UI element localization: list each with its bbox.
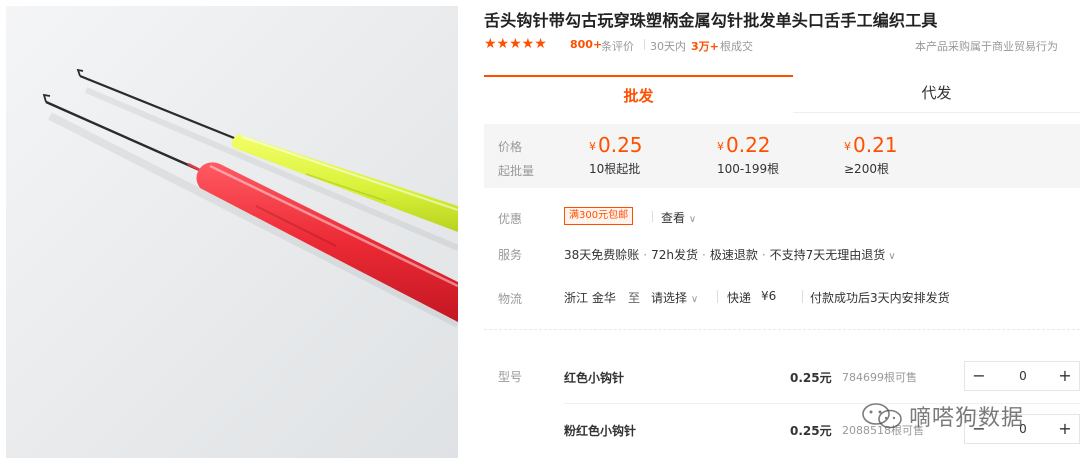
price-tier: ¥0.25 10根起批	[589, 133, 709, 177]
chat-bubble-logo-icon	[862, 403, 902, 429]
rating-label[interactable]: 条评价	[601, 38, 634, 54]
watermark-text: 嘀嗒狗数据	[909, 406, 1025, 431]
divider	[717, 290, 718, 303]
star-icon: ★★★★★	[484, 36, 547, 52]
product-title: 舌头钩针带勾古玩穿珠塑柄金属勾针批发单头口舌手工编织工具	[484, 11, 938, 30]
service-item: 38天免费赊账	[564, 248, 640, 262]
service-item: 72h发货	[651, 248, 698, 262]
chevron-down-icon: ∨	[690, 294, 699, 305]
trade-note: 本产品采购属于商业贸易行为	[915, 40, 1058, 53]
quantity-input[interactable]	[993, 362, 1053, 390]
services-label: 服务	[498, 248, 523, 262]
sku-stock: 784699根可售	[842, 371, 917, 384]
tier-price: ¥0.21	[844, 133, 898, 157]
divider	[652, 211, 653, 222]
services-list[interactable]: 38天免费赊账 · 72h发货 · 极速退款 · 不支持7天无理由退货 ∨	[564, 246, 896, 263]
price-tier: ¥0.21 ≥200根	[844, 133, 964, 177]
ship-origin: 浙江 金华	[564, 291, 616, 305]
purchase-mode-tabs: 批发 代发	[484, 75, 1080, 113]
price-label: 价格	[498, 140, 523, 154]
view-more-link[interactable]: 查看 ∨	[661, 209, 696, 226]
increase-button[interactable]: +	[1051, 415, 1079, 443]
promo-tag[interactable]: 满300元包邮	[564, 207, 634, 225]
tab-dropship[interactable]: 代发	[793, 75, 1080, 113]
sku-name: 粉红色小钩针	[564, 424, 637, 438]
chevron-down-icon: ∨	[688, 214, 697, 225]
ship-fee: ¥6	[761, 289, 777, 303]
ship-note: 付款成功后3天内安排发货	[810, 291, 950, 305]
quantity-stepper: − +	[964, 361, 1080, 391]
sold-count: 3万+	[691, 40, 719, 53]
sku-row: 红色小钩针 0.25元 784699根可售 − +	[564, 361, 1080, 401]
increase-button[interactable]: +	[1051, 362, 1079, 390]
tier-moq: 100-199根	[717, 162, 780, 176]
product-detail-panel: 舌头钩针带勾古玩穿珠塑柄金属勾针批发单头口舌手工编织工具 ★★★★★ 800+ …	[484, 0, 1080, 464]
divider	[802, 290, 803, 303]
sku-name: 红色小钩针	[564, 371, 625, 385]
moq-label: 起批量	[498, 164, 535, 178]
sku-price: 0.25元	[790, 424, 832, 438]
section-divider	[484, 329, 1080, 330]
rating-row: ★★★★★ 800+ 条评价 30天内 3万+ 根成交 本产品采购属于商业贸易行…	[484, 36, 1080, 54]
tier-moq: ≥200根	[844, 162, 889, 176]
sku-label: 型号	[498, 370, 523, 384]
destination-select[interactable]: 请选择 ∨	[651, 289, 698, 306]
promotion-label: 优惠	[498, 212, 523, 226]
price-tier: ¥0.22 100-199根	[717, 133, 837, 177]
tier-price: ¥0.25	[589, 133, 643, 157]
divider	[644, 39, 645, 50]
tab-wholesale[interactable]: 批发	[484, 75, 793, 113]
product-image[interactable]	[6, 6, 458, 458]
sku-price: 0.25元	[790, 371, 832, 385]
ship-method: 快递	[727, 291, 752, 305]
service-item: 不支持7天无理由退货	[769, 248, 886, 262]
service-item: 极速退款	[709, 248, 758, 262]
logistics-label: 物流	[498, 292, 523, 306]
rating-count[interactable]: 800+	[570, 38, 602, 51]
tier-moq: 10根起批	[589, 162, 641, 176]
decrease-button[interactable]: −	[965, 362, 993, 390]
sold-suffix: 根成交	[720, 40, 753, 53]
chevron-down-icon: ∨	[888, 251, 896, 262]
crochet-hooks-illustration	[42, 68, 458, 328]
price-box: 价格 起批量 ¥0.25 10根起批 ¥0.22 100-199根 ¥0.21 …	[484, 124, 1080, 188]
tier-price: ¥0.22	[717, 133, 771, 157]
sold-prefix: 30天内	[650, 40, 686, 53]
ship-to-label: 至	[628, 291, 641, 305]
